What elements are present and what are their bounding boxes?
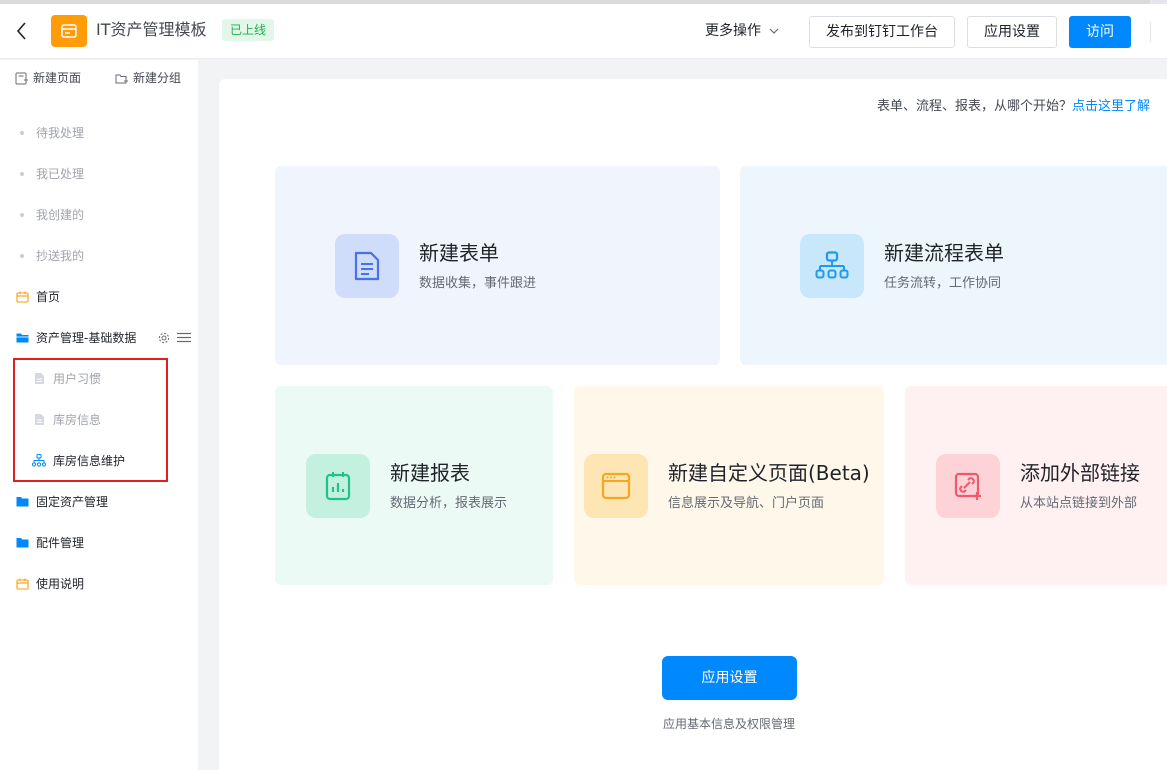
sidebar-item-label: 库房信息维护 bbox=[53, 453, 126, 468]
app-settings-button[interactable]: 应用设置 bbox=[967, 16, 1057, 48]
new-report-card[interactable]: 新建报表 数据分析，报表展示 bbox=[275, 386, 553, 585]
document-icon bbox=[34, 414, 44, 425]
new-group-button[interactable]: 新建分组 bbox=[115, 70, 181, 86]
card-description: 从本站点链接到外部 bbox=[1020, 496, 1138, 511]
sidebar-group-base-data[interactable]: 资产管理-基础数据 bbox=[0, 317, 198, 358]
menu-icon[interactable] bbox=[177, 332, 191, 343]
new-page-icon bbox=[15, 72, 28, 84]
form-icon-tile bbox=[335, 234, 399, 298]
sidebar: 新建页面 新建分组 待我处理 我已处理 我创建的 抄送我的 首页 资产管理-基础… bbox=[0, 60, 198, 770]
hint-text: 表单、流程、报表，从哪个开始？ bbox=[877, 99, 1073, 114]
flow-chart-icon bbox=[815, 251, 849, 279]
new-page-button[interactable]: 新建页面 bbox=[15, 70, 81, 86]
getting-started-hint: 表单、流程、报表，从哪个开始？点击这里了解 bbox=[877, 98, 1150, 116]
new-flow-form-card[interactable]: 新建流程表单 任务流转，工作协同 bbox=[740, 166, 1167, 365]
status-badge: 已上线 bbox=[222, 19, 275, 41]
hint-link[interactable]: 点击这里了解 bbox=[1072, 99, 1150, 114]
bullet-icon bbox=[20, 253, 24, 258]
card-title: 新建报表 bbox=[390, 461, 470, 485]
app-logo bbox=[51, 15, 87, 47]
app-logo-icon bbox=[61, 24, 77, 38]
sidebar-item-home[interactable]: 首页 bbox=[0, 276, 198, 317]
sidebar-group-parts[interactable]: 配件管理 bbox=[0, 522, 198, 563]
app-title: IT资产管理模板 bbox=[96, 20, 207, 39]
sidebar-item-processed[interactable]: 我已处理 bbox=[0, 153, 198, 194]
new-form-card[interactable]: 新建表单 数据收集，事件跟进 bbox=[275, 166, 720, 365]
bullet-icon bbox=[20, 171, 24, 176]
sidebar-item-created[interactable]: 我创建的 bbox=[0, 194, 198, 235]
folder-icon bbox=[16, 538, 28, 548]
card-description: 数据收集，事件跟进 bbox=[419, 276, 537, 291]
folder-open-icon bbox=[16, 333, 28, 343]
card-description: 数据分析，报表展示 bbox=[390, 496, 508, 511]
sidebar-item-label: 使用说明 bbox=[36, 576, 85, 591]
sidebar-item-label: 配件管理 bbox=[36, 535, 85, 550]
form-document-icon bbox=[354, 251, 380, 281]
report-icon-tile bbox=[306, 454, 370, 518]
flow-chart-icon bbox=[32, 454, 46, 467]
sidebar-item-label: 我已处理 bbox=[36, 166, 85, 181]
header-divider bbox=[1150, 22, 1151, 42]
sidebar-item-cc[interactable]: 抄送我的 bbox=[0, 235, 198, 276]
bullet-icon bbox=[20, 212, 24, 217]
sidebar-subitem-warehouse-maintenance[interactable]: 库房信息维护 bbox=[0, 440, 198, 481]
app-header: IT资产管理模板 已上线 更多操作 发布到钉钉工作台 应用设置 访问 bbox=[0, 4, 1167, 59]
add-external-link-card[interactable]: 添加外部链接 从本站点链接到外部 bbox=[905, 386, 1167, 585]
sidebar-subitem-user-habits[interactable]: 用户习惯 bbox=[0, 358, 198, 399]
card-description: 信息展示及导航、门户页面 bbox=[668, 496, 825, 511]
chevron-down-icon bbox=[769, 28, 779, 34]
browser-window-icon bbox=[601, 472, 631, 500]
sidebar-item-pending[interactable]: 待我处理 bbox=[0, 112, 198, 153]
sidebar-subitem-warehouse-info[interactable]: 库房信息 bbox=[0, 399, 198, 440]
sidebar-item-label: 用户习惯 bbox=[53, 371, 102, 386]
sidebar-item-manual[interactable]: 使用说明 bbox=[0, 563, 198, 604]
link-icon-tile bbox=[936, 454, 1000, 518]
report-chart-icon bbox=[325, 472, 351, 501]
visit-button[interactable]: 访问 bbox=[1069, 16, 1131, 48]
sidebar-item-label: 固定资产管理 bbox=[36, 494, 109, 509]
sidebar-item-label: 库房信息 bbox=[53, 412, 102, 427]
more-actions-label: 更多操作 bbox=[705, 23, 761, 39]
more-actions-dropdown[interactable]: 更多操作 bbox=[705, 21, 779, 41]
new-group-icon bbox=[115, 74, 128, 83]
main-panel: 表单、流程、报表，从哪个开始？点击这里了解 新建表单 数据收集，事件跟进 新建流… bbox=[219, 79, 1167, 770]
card-title: 新建表单 bbox=[419, 241, 499, 265]
sidebar-actions: 新建页面 新建分组 bbox=[0, 60, 198, 98]
external-link-icon bbox=[954, 472, 981, 500]
app-settings-main-button[interactable]: 应用设置 bbox=[662, 656, 797, 700]
flow-icon-tile bbox=[800, 234, 864, 298]
back-arrow-icon[interactable] bbox=[12, 20, 32, 42]
publish-dingtalk-button[interactable]: 发布到钉钉工作台 bbox=[809, 16, 955, 48]
calendar-page-icon bbox=[15, 578, 29, 590]
sidebar-item-label: 抄送我的 bbox=[36, 248, 85, 263]
sidebar-item-label: 资产管理-基础数据 bbox=[36, 330, 137, 345]
new-custom-page-card[interactable]: 新建自定义页面(Beta) 信息展示及导航、门户页面 bbox=[574, 386, 884, 585]
bullet-icon bbox=[20, 130, 24, 135]
sidebar-item-label: 首页 bbox=[36, 289, 61, 304]
folder-icon bbox=[16, 497, 28, 507]
sidebar-group-fixed-assets[interactable]: 固定资产管理 bbox=[0, 481, 198, 522]
sidebar-item-label: 我创建的 bbox=[36, 207, 85, 222]
card-description: 任务流转，工作协同 bbox=[884, 276, 1002, 291]
calendar-page-icon bbox=[15, 291, 29, 303]
app-settings-caption: 应用基本信息及权限管理 bbox=[662, 717, 795, 731]
custom-page-icon-tile bbox=[584, 454, 648, 518]
card-title: 新建流程表单 bbox=[884, 241, 1004, 265]
new-group-label: 新建分组 bbox=[133, 71, 182, 85]
gear-icon[interactable] bbox=[158, 332, 170, 344]
new-page-label: 新建页面 bbox=[33, 71, 82, 85]
sidebar-item-label: 待我处理 bbox=[36, 125, 85, 140]
card-title: 添加外部链接 bbox=[1020, 461, 1140, 485]
card-title: 新建自定义页面(Beta) bbox=[668, 461, 870, 485]
document-icon bbox=[34, 373, 44, 384]
